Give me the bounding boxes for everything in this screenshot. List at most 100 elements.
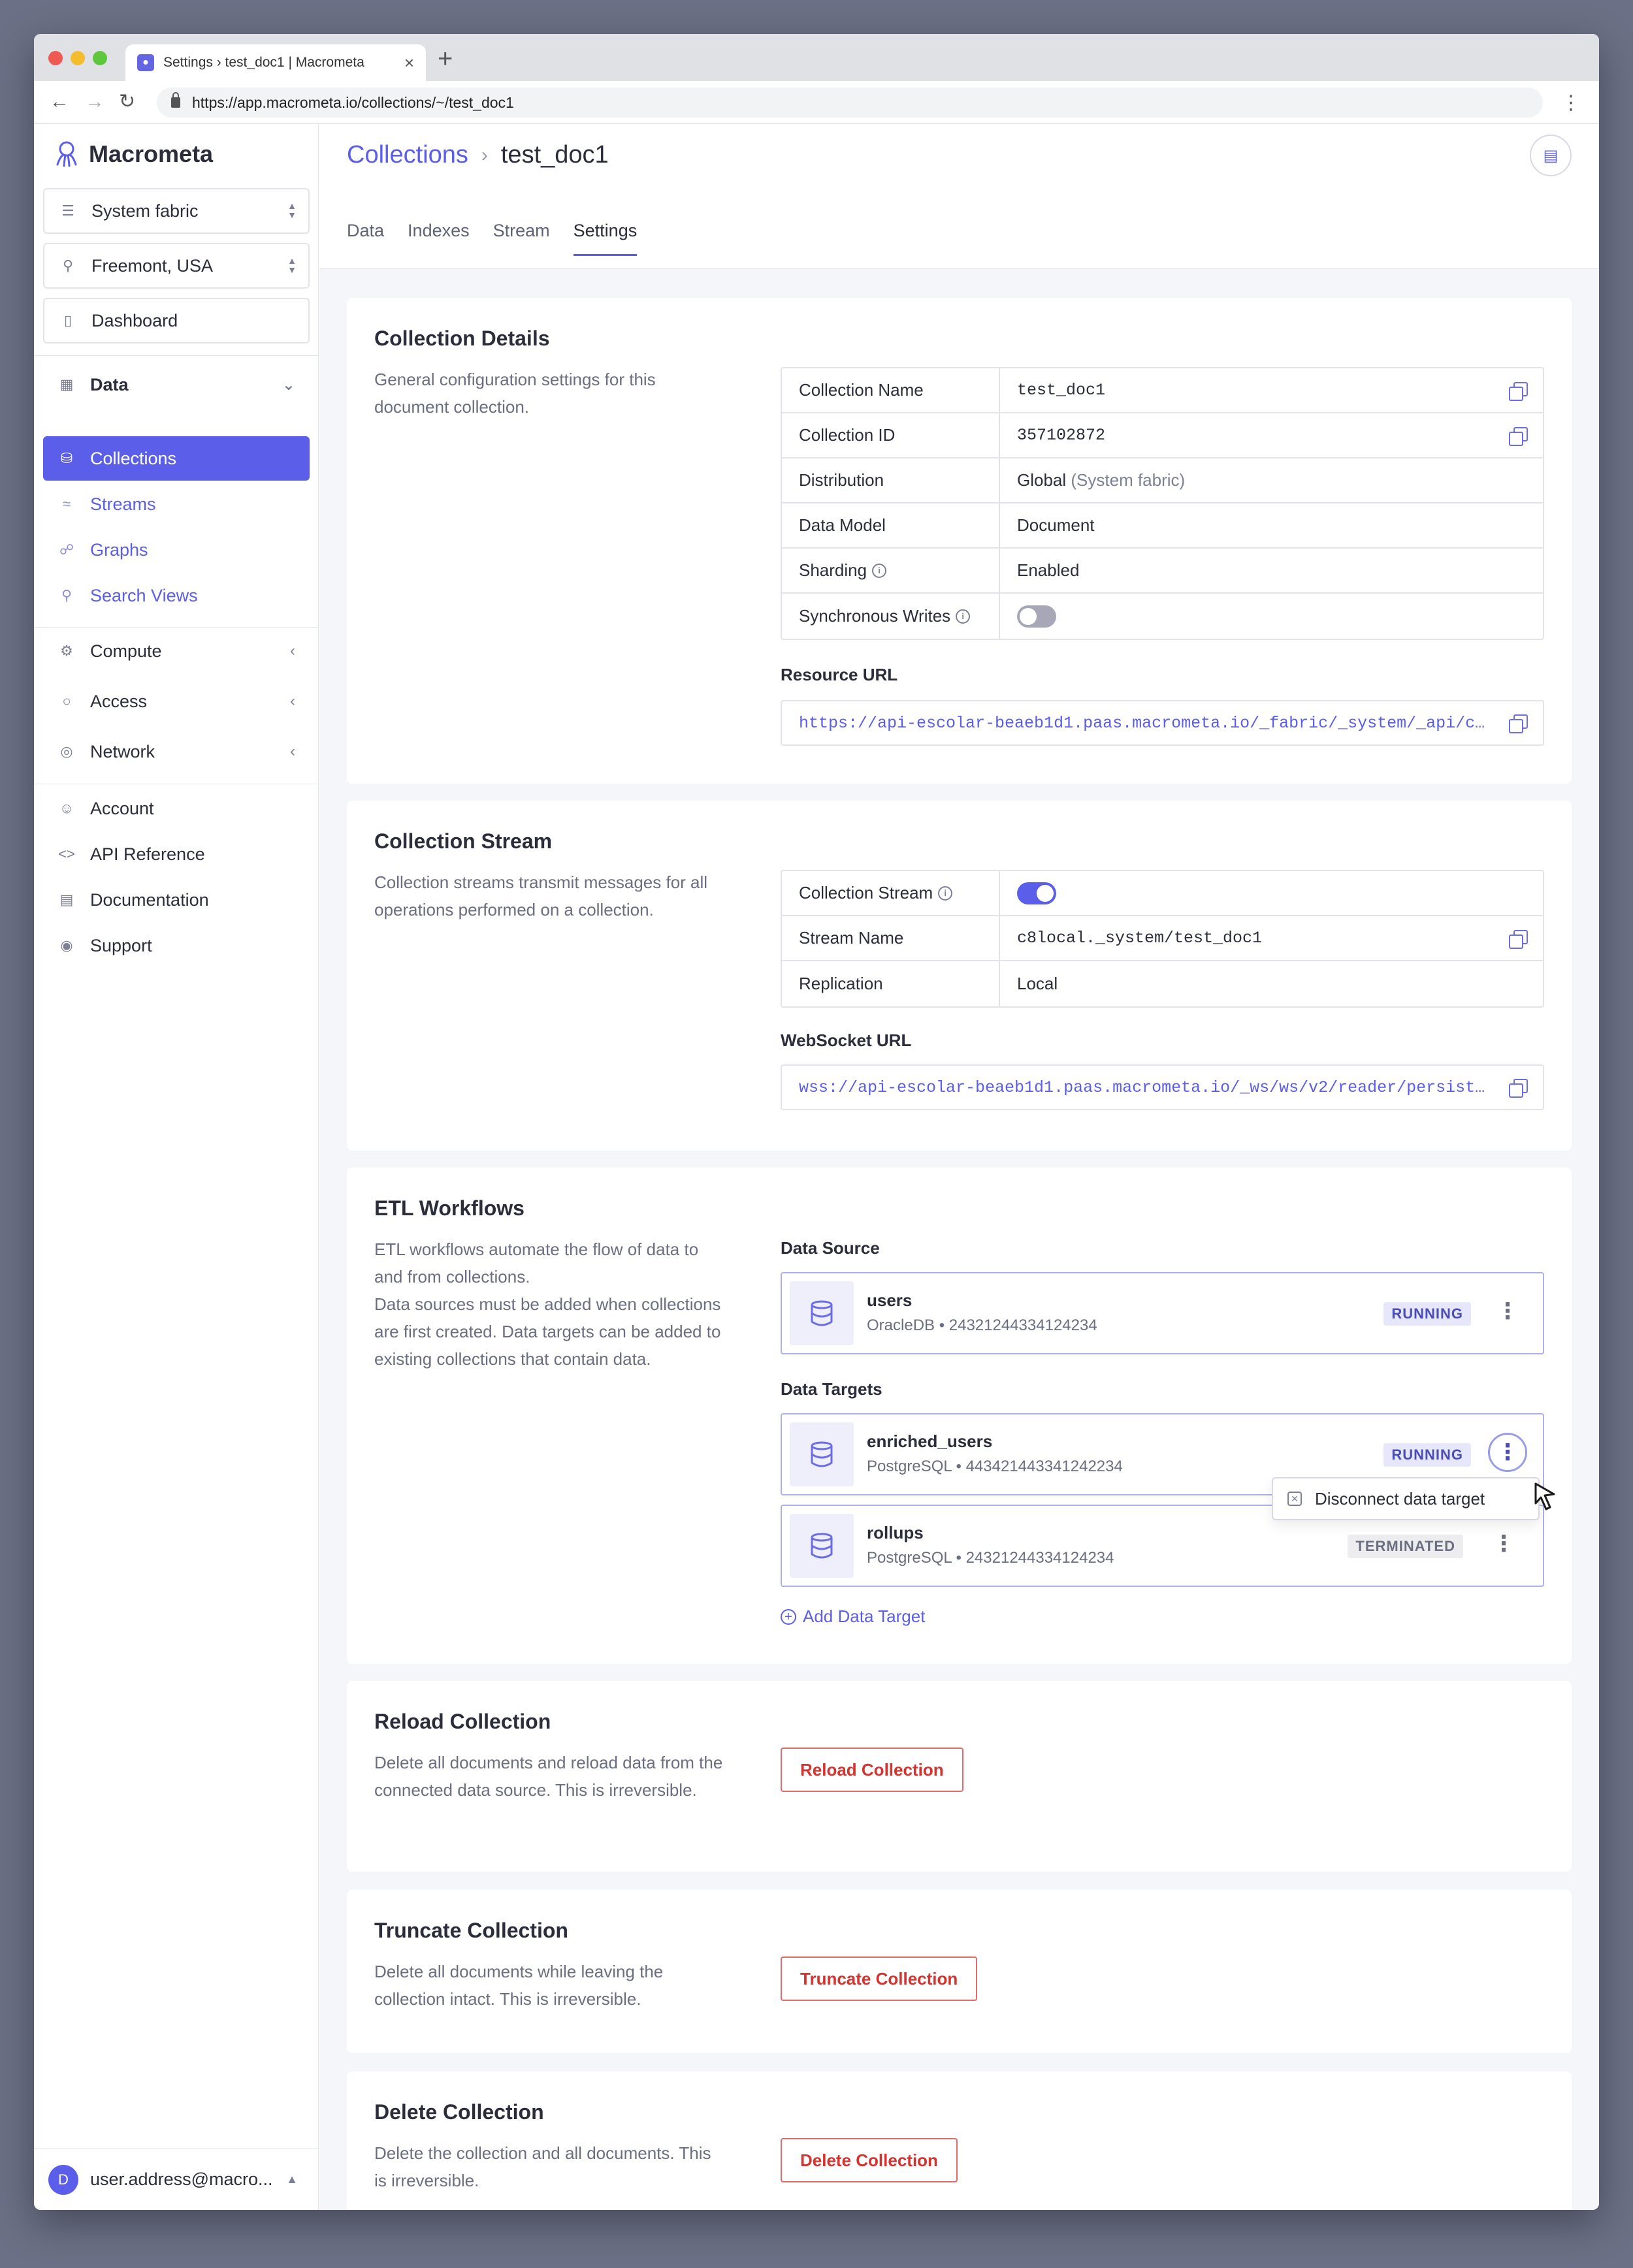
section-description: General configuration settings for this … bbox=[374, 370, 656, 417]
collection-stream-label: Collection Stream bbox=[799, 883, 933, 902]
collection-details-card: Collection Details General configuration… bbox=[347, 298, 1572, 784]
new-tab-button[interactable]: + bbox=[438, 46, 453, 72]
truncate-collection-button[interactable]: Truncate Collection bbox=[781, 1957, 978, 2001]
tab-settings[interactable]: Settings bbox=[573, 221, 638, 256]
collection-id-value: 357102872 bbox=[1017, 426, 1106, 445]
section-title: ETL Workflows bbox=[374, 1196, 525, 1220]
maximize-window-button[interactable] bbox=[93, 51, 107, 65]
more-options-icon[interactable]: ⋮ bbox=[1488, 1292, 1527, 1331]
table-row: Collection Stream i bbox=[782, 871, 1543, 916]
close-window-button[interactable] bbox=[48, 51, 63, 65]
minimize-window-button[interactable] bbox=[71, 51, 85, 65]
browser-tab[interactable]: ● Settings › test_doc1 | Macrometa × bbox=[125, 44, 426, 81]
forward-icon[interactable]: → bbox=[85, 90, 105, 114]
row-label: Sharding i bbox=[782, 549, 1000, 592]
avatar: D bbox=[48, 2164, 78, 2195]
search-view-icon: ⚲ bbox=[61, 587, 73, 603]
globe-icon: ◎ bbox=[60, 743, 73, 759]
copy-icon[interactable] bbox=[1509, 714, 1528, 733]
stream-table: Collection Stream i Stream Name c8local._… bbox=[781, 870, 1544, 1008]
etl-workflows-card: ETL Workflows ETL workflows automate the… bbox=[347, 1168, 1572, 1664]
chevron-down-icon: ⌄ bbox=[282, 375, 295, 394]
delete-collection-button[interactable]: Delete Collection bbox=[781, 2138, 958, 2182]
sidebar-divider bbox=[34, 627, 319, 628]
row-label: Collection Stream i bbox=[782, 871, 1000, 915]
sidebar-item-label: Graphs bbox=[90, 539, 148, 560]
sidebar-item-label: Streams bbox=[90, 494, 156, 514]
api-reference-link[interactable]: <> API Reference bbox=[43, 831, 310, 877]
sharding-label: Sharding bbox=[799, 560, 867, 580]
book-icon: ▤ bbox=[1543, 146, 1559, 165]
section-description: Delete the collection and all documents.… bbox=[374, 2143, 711, 2190]
more-options-icon[interactable]: ⋮ bbox=[1484, 1524, 1523, 1563]
copy-icon[interactable] bbox=[1509, 381, 1528, 401]
documentation-link[interactable]: ▤ Documentation bbox=[43, 877, 310, 923]
compute-label: Compute bbox=[90, 641, 162, 661]
mouse-cursor-icon bbox=[1534, 1482, 1555, 1510]
resource-url-field[interactable]: https://api-escolar-beaeb1d1.paas.macrom… bbox=[781, 700, 1544, 746]
sidebar-item-streams[interactable]: ≈ Streams bbox=[43, 482, 310, 526]
caret-up-icon: ▲ bbox=[286, 2173, 298, 2186]
disconnect-target-menu-item[interactable]: Disconnect data target bbox=[1315, 1489, 1485, 1509]
section-title: Collection Stream bbox=[374, 829, 553, 853]
tab-stream[interactable]: Stream bbox=[493, 221, 550, 256]
support-link[interactable]: ◉ Support bbox=[43, 923, 310, 968]
close-square-icon: ✕ bbox=[1287, 1492, 1302, 1506]
websocket-url-text: wss://api-escolar-beaeb1d1.paas.macromet… bbox=[799, 1078, 1491, 1097]
details-table: Collection Name test_doc1 Collection ID … bbox=[781, 367, 1544, 640]
add-data-target-button[interactable]: + Add Data Target bbox=[781, 1606, 925, 1627]
websocket-url-field[interactable]: wss://api-escolar-beaeb1d1.paas.macromet… bbox=[781, 1064, 1544, 1110]
sidebar-item-search-views[interactable]: ⚲ Search Views bbox=[43, 573, 310, 618]
copy-icon[interactable] bbox=[1509, 426, 1528, 446]
url-input[interactable]: https://app.macrometa.io/collections/~/t… bbox=[157, 88, 1543, 118]
fabric-select[interactable]: ☰ System fabric ▲ ▼ bbox=[43, 188, 310, 234]
location-select[interactable]: ⚲ Freemont, USA ▲ ▼ bbox=[43, 243, 310, 289]
more-options-icon[interactable]: ⋮ bbox=[1488, 1433, 1527, 1472]
sync-writes-toggle[interactable] bbox=[1017, 605, 1056, 628]
user-menu[interactable]: D user.address@macro... ▲ bbox=[34, 2148, 319, 2210]
sidebar-item-collections[interactable]: ⛁ Collections bbox=[43, 436, 310, 481]
row-label: Synchronous Writes i bbox=[782, 594, 1000, 639]
sidebar-item-graphs[interactable]: ☍ Graphs bbox=[43, 528, 310, 572]
support-icon: ◉ bbox=[60, 937, 73, 953]
info-icon[interactable]: i bbox=[938, 886, 953, 901]
copy-icon[interactable] bbox=[1509, 1079, 1528, 1098]
tab-data[interactable]: Data bbox=[347, 221, 384, 256]
sidebar-divider bbox=[34, 355, 319, 356]
collection-stream-toggle[interactable] bbox=[1017, 882, 1056, 904]
back-icon[interactable]: ← bbox=[50, 90, 69, 114]
tab-indexes[interactable]: Indexes bbox=[408, 221, 470, 256]
graph-icon: ☍ bbox=[59, 541, 74, 558]
network-section-toggle[interactable]: ◎ Network ‹ bbox=[43, 729, 310, 775]
section-description: Collection streams transmit messages for… bbox=[374, 872, 708, 919]
info-icon[interactable]: i bbox=[956, 609, 971, 624]
brand-logo[interactable]: Macrometa bbox=[51, 138, 213, 170]
copy-icon[interactable] bbox=[1509, 929, 1528, 949]
breadcrumb-collections-link[interactable]: Collections bbox=[347, 141, 468, 169]
data-source-item[interactable]: users OracleDB • 24321244334124234 RUNNI… bbox=[781, 1272, 1544, 1354]
reload-collection-button[interactable]: Reload Collection bbox=[781, 1748, 963, 1792]
compute-section-toggle[interactable]: ⚙ Compute ‹ bbox=[43, 628, 310, 674]
access-label: Access bbox=[90, 691, 148, 711]
reload-icon[interactable]: ↻ bbox=[119, 90, 135, 114]
dashboard-link[interactable]: ▯ Dashboard bbox=[43, 298, 310, 343]
favicon-icon: ● bbox=[137, 54, 154, 71]
table-row: Replication Local bbox=[782, 961, 1543, 1006]
table-row: Data Model Document bbox=[782, 503, 1543, 549]
info-icon[interactable]: i bbox=[872, 563, 887, 578]
stream-icon: ≈ bbox=[62, 496, 71, 512]
table-row: Distribution Global (System fabric) bbox=[782, 458, 1543, 503]
tab-strip: ● Settings › test_doc1 | Macrometa × + bbox=[34, 34, 1599, 81]
account-label: Account bbox=[90, 798, 154, 818]
select-arrows-icon: ▲ ▼ bbox=[287, 255, 297, 275]
delete-collection-card: Delete Collection Delete the collection … bbox=[347, 2071, 1572, 2210]
browser-menu-icon[interactable]: ⋮ bbox=[1561, 91, 1581, 114]
browser-window: ● Settings › test_doc1 | Macrometa × + ←… bbox=[34, 34, 1599, 2210]
docs-book-button[interactable]: ▤ bbox=[1530, 135, 1572, 176]
select-arrows-icon: ▲ ▼ bbox=[287, 200, 297, 220]
status-badge: RUNNING bbox=[1383, 1443, 1471, 1467]
account-link[interactable]: ☺ Account bbox=[43, 786, 310, 831]
data-section-toggle[interactable]: ▦ Data ⌄ bbox=[43, 362, 310, 407]
access-section-toggle[interactable]: ○ Access ‹ bbox=[43, 679, 310, 724]
close-tab-icon[interactable]: × bbox=[404, 53, 414, 73]
